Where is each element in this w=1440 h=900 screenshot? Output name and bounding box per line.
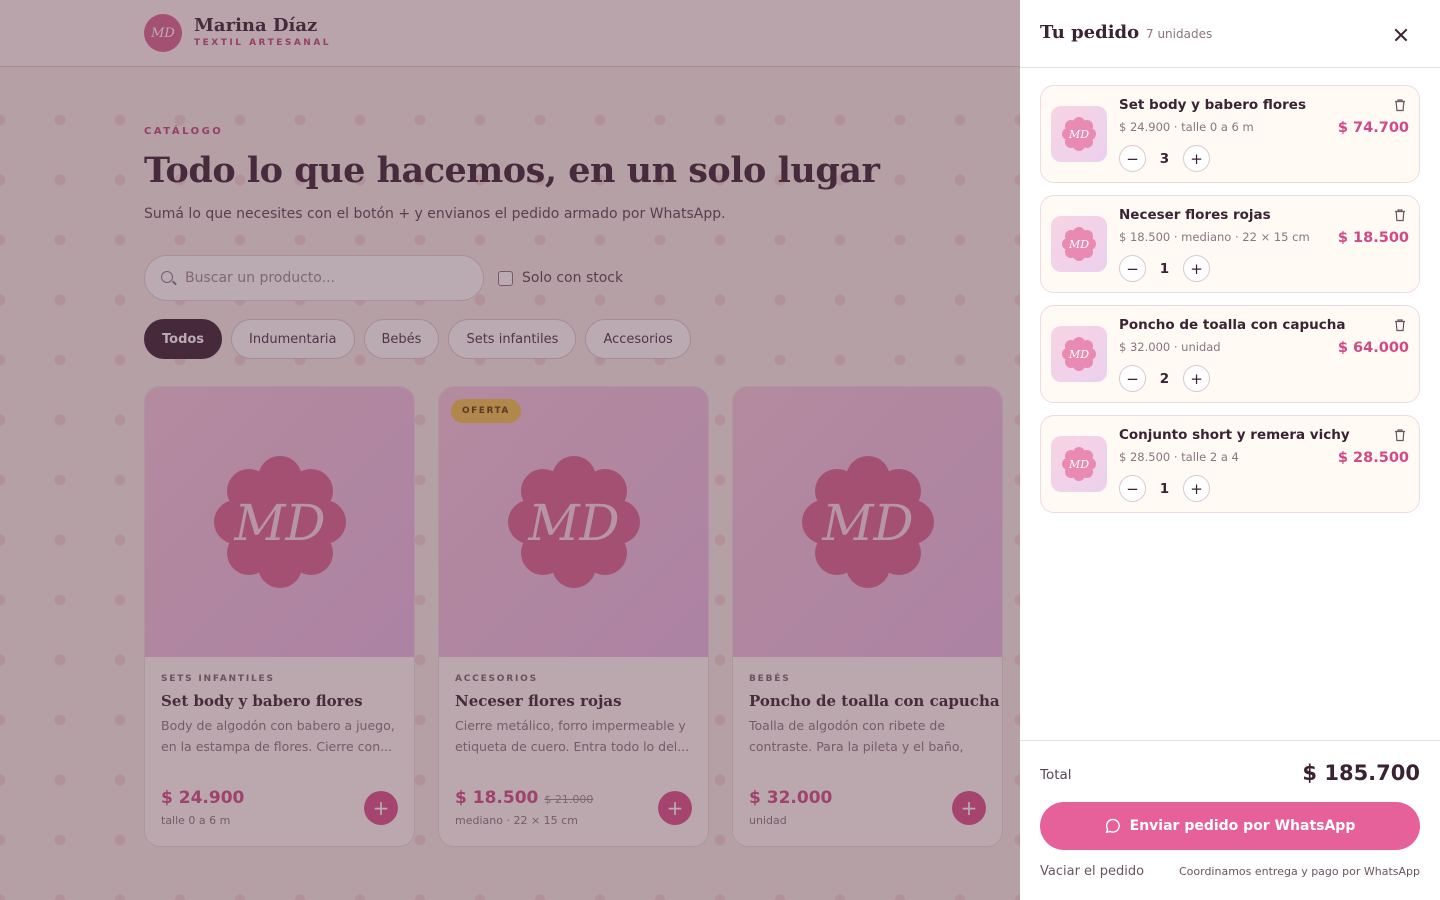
- plus-icon: +: [1190, 149, 1203, 168]
- flower-logo-icon: MD: [1062, 447, 1096, 481]
- svg-text:MD: MD: [1068, 128, 1089, 141]
- minus-icon: −: [1126, 369, 1139, 388]
- trash-icon[interactable]: [1393, 208, 1407, 222]
- quantity-stepper: − 3 +: [1119, 145, 1210, 172]
- plus-icon: +: [1190, 479, 1203, 498]
- item-meta: $ 24.900 · talle 0 a 6 m: [1119, 120, 1254, 134]
- item-thumbnail: MD: [1051, 216, 1107, 272]
- item-name: Conjunto short y remera vichy: [1119, 427, 1350, 443]
- increase-button[interactable]: +: [1183, 475, 1210, 502]
- whatsapp-icon: [1105, 818, 1120, 834]
- item-quantity: 2: [1159, 370, 1170, 387]
- item-total: $ 64.000: [1337, 340, 1409, 356]
- minus-icon: −: [1126, 149, 1139, 168]
- cart-items: MD Set body y babero flores $ 24.900 · t…: [1040, 85, 1420, 525]
- cart-item: MD Set body y babero flores $ 24.900 · t…: [1040, 85, 1420, 183]
- decrease-button[interactable]: −: [1119, 255, 1146, 282]
- svg-text:MD: MD: [1068, 458, 1089, 471]
- trash-icon[interactable]: [1393, 98, 1407, 112]
- quantity-stepper: − 1 +: [1119, 255, 1210, 282]
- cart-drawer: Tu pedido 7 unidades MD Set body y baber…: [1020, 0, 1440, 900]
- flower-logo-icon: MD: [1062, 337, 1096, 371]
- total-label: Total: [1040, 767, 1072, 783]
- flower-logo-icon: MD: [1062, 227, 1096, 261]
- item-total: $ 74.700: [1337, 120, 1409, 136]
- total-value: $ 185.700: [1302, 761, 1420, 785]
- trash-icon[interactable]: [1393, 318, 1407, 332]
- cart-item: MD Poncho de toalla con capucha $ 32.000…: [1040, 305, 1420, 403]
- item-thumbnail: MD: [1051, 106, 1107, 162]
- empty-cart-link[interactable]: Vaciar el pedido: [1040, 864, 1144, 879]
- cart-title: Tu pedido: [1040, 22, 1140, 43]
- decrease-button[interactable]: −: [1119, 475, 1146, 502]
- quantity-stepper: − 2 +: [1119, 365, 1210, 392]
- close-icon[interactable]: [1388, 22, 1414, 48]
- item-name: Poncho de toalla con capucha: [1119, 317, 1346, 333]
- item-quantity: 1: [1159, 260, 1170, 277]
- svg-text:MD: MD: [1068, 348, 1089, 361]
- quantity-stepper: − 1 +: [1119, 475, 1210, 502]
- item-total: $ 28.500: [1337, 450, 1409, 466]
- minus-icon: −: [1126, 259, 1139, 278]
- increase-button[interactable]: +: [1183, 365, 1210, 392]
- cart-header: Tu pedido 7 unidades: [1020, 0, 1440, 68]
- cart-footer: Total $ 185.700 Enviar pedido por WhatsA…: [1020, 740, 1440, 900]
- send-whatsapp-button[interactable]: Enviar pedido por WhatsApp: [1040, 802, 1420, 850]
- footer-note: Coordinamos entrega y pago por WhatsApp: [1178, 865, 1420, 878]
- cart-item: MD Conjunto short y remera vichy $ 28.50…: [1040, 415, 1420, 513]
- item-meta: $ 32.000 · unidad: [1119, 340, 1221, 354]
- decrease-button[interactable]: −: [1119, 365, 1146, 392]
- plus-icon: +: [1190, 369, 1203, 388]
- item-thumbnail: MD: [1051, 436, 1107, 492]
- svg-text:MD: MD: [1068, 238, 1089, 251]
- item-quantity: 3: [1159, 150, 1170, 167]
- item-name: Set body y babero flores: [1119, 97, 1306, 113]
- drawer-backdrop[interactable]: [0, 0, 1020, 900]
- flower-logo-icon: MD: [1062, 117, 1096, 151]
- increase-button[interactable]: +: [1183, 145, 1210, 172]
- minus-icon: −: [1126, 479, 1139, 498]
- item-quantity: 1: [1159, 480, 1170, 497]
- increase-button[interactable]: +: [1183, 255, 1210, 282]
- item-thumbnail: MD: [1051, 326, 1107, 382]
- item-total: $ 18.500: [1337, 230, 1409, 246]
- item-meta: $ 18.500 · mediano · 22 × 15 cm: [1119, 230, 1310, 244]
- cart-item: MD Neceser flores rojas $ 18.500 · media…: [1040, 195, 1420, 293]
- send-whatsapp-label: Enviar pedido por WhatsApp: [1129, 818, 1356, 834]
- item-meta: $ 28.500 · talle 2 a 4: [1119, 450, 1239, 464]
- cart-count: 7 unidades: [1146, 27, 1213, 41]
- item-name: Neceser flores rojas: [1119, 207, 1271, 223]
- decrease-button[interactable]: −: [1119, 145, 1146, 172]
- plus-icon: +: [1190, 259, 1203, 278]
- trash-icon[interactable]: [1393, 428, 1407, 442]
